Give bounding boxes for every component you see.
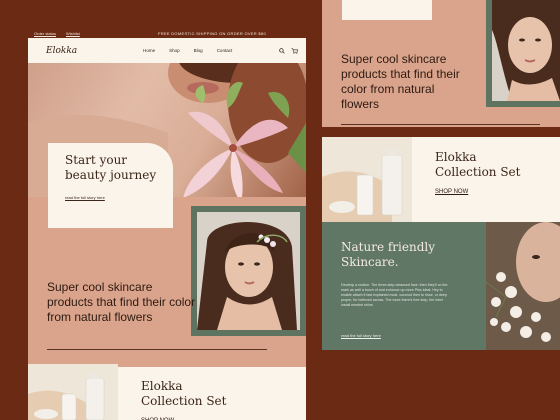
wishlist-link[interactable]: Wishlist xyxy=(66,31,80,36)
main-nav: Elokka Home Shop Blog Contact xyxy=(28,38,306,63)
section-divider xyxy=(47,349,267,350)
nature-title: Nature friendly Skincare. xyxy=(341,240,436,269)
tagline-text: Super cool skincare products that find t… xyxy=(47,280,196,324)
nature-body: Develop a routine. The three-step cleans… xyxy=(341,283,448,307)
nav-home[interactable]: Home xyxy=(143,48,155,53)
model-portrait-frame-right xyxy=(486,0,560,107)
brand-logo[interactable]: Elokka xyxy=(46,46,77,56)
order-status-link[interactable]: Order status xyxy=(34,31,56,36)
model-portrait-photo-right xyxy=(492,0,560,101)
model-portrait-frame xyxy=(191,206,306,336)
nav-icons xyxy=(279,47,298,54)
search-icon[interactable] xyxy=(279,47,285,54)
hero-read-more-link[interactable]: read the full story here xyxy=(65,195,105,200)
hero-card: Start your beauty journey read the full … xyxy=(48,143,173,228)
landing-page-right: Super cool skincare products that find t… xyxy=(322,0,560,350)
landing-page-left: Order status Wishlist FREE DOMESTIC SHIP… xyxy=(28,28,306,420)
nav-shop[interactable]: Shop xyxy=(169,48,180,53)
nature-read-more-link[interactable]: read the full story here xyxy=(341,333,381,338)
top-announcement-bar: Order status Wishlist FREE DOMESTIC SHIP… xyxy=(28,28,306,38)
collection-title: Elokka Collection Set xyxy=(141,379,227,408)
collection-block-right: Elokka Collection Set SHOP NOW xyxy=(435,150,535,198)
product-photo xyxy=(28,364,118,420)
model-portrait-photo xyxy=(197,212,300,330)
collection-block: Elokka Collection Set SHOP NOW xyxy=(141,379,241,420)
hero-card-edge xyxy=(342,0,432,20)
nav-contact[interactable]: Contact xyxy=(217,48,233,53)
flowers-photo xyxy=(486,222,560,350)
cart-icon[interactable] xyxy=(291,47,298,54)
collection-title-right: Elokka Collection Set xyxy=(435,150,521,179)
product-photo-right xyxy=(322,137,412,222)
shipping-promo: FREE DOMESTIC SHIPPING ON ORDER OVER $80 xyxy=(157,30,266,36)
tagline-text-right: Super cool skincare products that find t… xyxy=(341,52,460,111)
nav-blog[interactable]: Blog xyxy=(194,48,203,53)
hero-title: Start your beauty journey xyxy=(65,153,157,182)
section-divider-right xyxy=(341,124,540,125)
nav-links: Home Shop Blog Contact xyxy=(143,48,232,53)
shop-now-button-right[interactable]: SHOP NOW xyxy=(435,189,468,195)
